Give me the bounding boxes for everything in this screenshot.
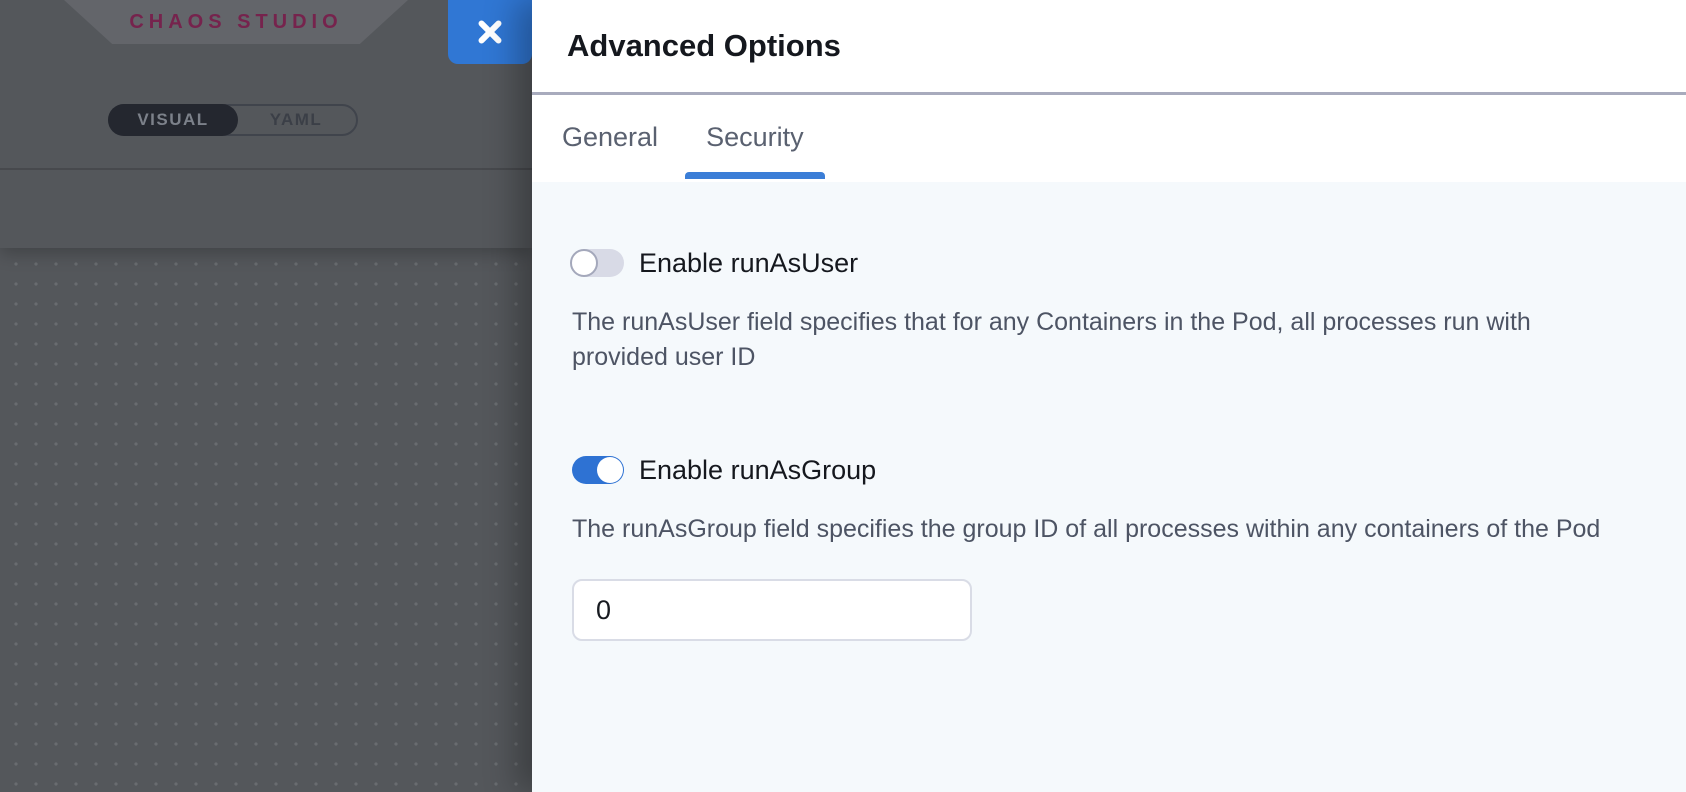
drawer-tabs: General Security	[532, 95, 1686, 179]
canvas-dot-grid	[0, 248, 532, 792]
close-icon	[475, 17, 505, 47]
advanced-options-drawer: Advanced Options General Security Enable…	[532, 0, 1686, 792]
visual-mode-button[interactable]: VISUAL	[108, 104, 238, 136]
tab-general-label: General	[562, 122, 658, 153]
run-as-group-description: The runAsGroup field specifies the group…	[572, 512, 1620, 547]
run-as-user-label: Enable runAsUser	[639, 248, 858, 279]
toggle-knob	[597, 457, 623, 483]
toggle-knob	[570, 249, 598, 277]
run-as-user-description: The runAsUser field specifies that for a…	[572, 305, 1620, 375]
yaml-mode-button[interactable]: YAML	[236, 106, 356, 134]
chaos-studio-banner: CHAOS STUDIO	[64, 0, 408, 44]
run-as-group-input[interactable]	[572, 579, 972, 641]
tab-general[interactable]: General	[562, 95, 658, 179]
close-drawer-button[interactable]	[448, 0, 532, 64]
banner-title: CHAOS STUDIO	[129, 11, 342, 34]
security-tab-content: Enable runAsUser The runAsUser field spe…	[532, 182, 1686, 792]
drawer-title: Advanced Options	[567, 28, 841, 64]
run-as-user-toggle[interactable]	[572, 249, 624, 277]
active-tab-underline	[685, 172, 825, 179]
run-as-user-row: Enable runAsUser	[572, 248, 1640, 278]
chaos-studio-canvas: CHAOS STUDIO VISUAL YAML	[0, 0, 532, 792]
view-mode-toggle[interactable]: VISUAL YAML	[108, 104, 358, 136]
run-as-group-label: Enable runAsGroup	[639, 455, 876, 486]
run-as-group-toggle[interactable]	[572, 456, 624, 484]
tab-security-label: Security	[706, 122, 804, 153]
run-as-group-row: Enable runAsGroup	[572, 455, 1640, 485]
drawer-header: Advanced Options	[532, 0, 1686, 95]
tab-security[interactable]: Security	[706, 95, 804, 179]
